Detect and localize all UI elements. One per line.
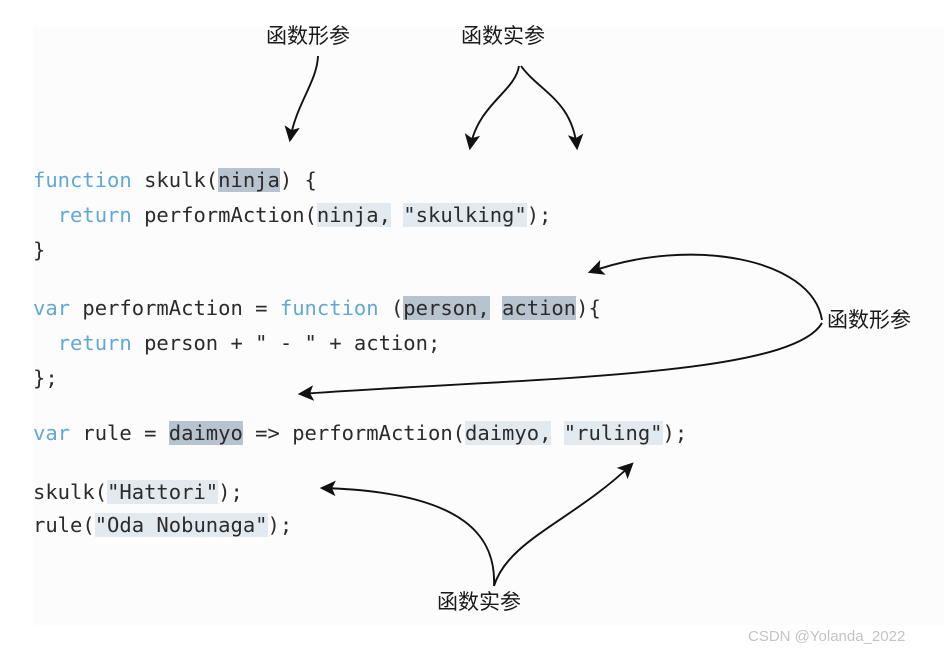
keyword-var: var: [33, 421, 71, 445]
arg-hattori: "Hattori": [107, 480, 219, 504]
arg-ninja: ninja,: [316, 203, 391, 227]
code-text: );: [662, 421, 688, 445]
code-text: rule(: [33, 513, 95, 537]
code-line-9: rule("Oda Nobunaga");: [33, 513, 293, 537]
keyword-var: var: [33, 296, 71, 320]
code-text: );: [526, 203, 552, 227]
keyword-function: function: [33, 168, 132, 192]
code-line-3: }: [33, 240, 45, 261]
param-person: person,: [403, 296, 490, 320]
code-text: => performAction(: [242, 421, 466, 445]
annotation-label-formal-params-top: 函数形参: [266, 24, 350, 48]
code-text: skulk(: [33, 480, 108, 504]
code-text: rule =: [70, 421, 169, 445]
code-line-5: return person + " - " + action;: [33, 331, 441, 355]
param-daimyo: daimyo: [168, 421, 243, 445]
code-line-1: function skulk(ninja) {: [33, 168, 317, 192]
code-text: }: [33, 238, 46, 262]
code-text: performAction =: [70, 296, 280, 320]
code-text: };: [33, 366, 58, 390]
arg-daimyo: daimyo,: [465, 421, 552, 445]
watermark: CSDN @Yolanda_2022: [748, 628, 906, 645]
annotation-label-formal-params-right: 函数形参: [827, 308, 911, 332]
code-line-7: var rule = daimyo => performAction(daimy…: [33, 421, 688, 445]
arg-skulking: "skulking": [403, 203, 527, 227]
code-text: (: [378, 296, 404, 320]
arg-ruling: "ruling": [563, 421, 663, 445]
code-text: ) {: [279, 168, 317, 192]
annotation-label-actual-args-top: 函数实参: [461, 24, 545, 48]
code-text: );: [218, 480, 243, 504]
code-text: skulk(: [131, 168, 219, 192]
code-line-8: skulk("Hattori");: [33, 480, 243, 504]
param-action: action: [502, 296, 577, 320]
keyword-return: return: [57, 203, 132, 227]
diagram-page: function skulk(ninja) { return performAc…: [0, 0, 944, 656]
keyword-return: return: [57, 331, 132, 355]
code-text: performAction(: [131, 203, 317, 227]
annotation-label-actual-args-bottom: 函数实参: [437, 590, 521, 614]
keyword-function: function: [279, 296, 379, 320]
param-ninja: ninja: [218, 168, 280, 192]
code-line-4: var performAction = function (person, ac…: [33, 296, 601, 320]
arg-oda-nobunaga: "Oda Nobunaga": [94, 513, 268, 537]
code-text: ){: [576, 296, 601, 320]
code-line-6: };: [33, 368, 58, 389]
code-text: );: [267, 513, 293, 537]
code-text: person + " - " + action;: [131, 331, 441, 355]
code-line-2: return performAction(ninja, "skulking");: [33, 203, 552, 227]
